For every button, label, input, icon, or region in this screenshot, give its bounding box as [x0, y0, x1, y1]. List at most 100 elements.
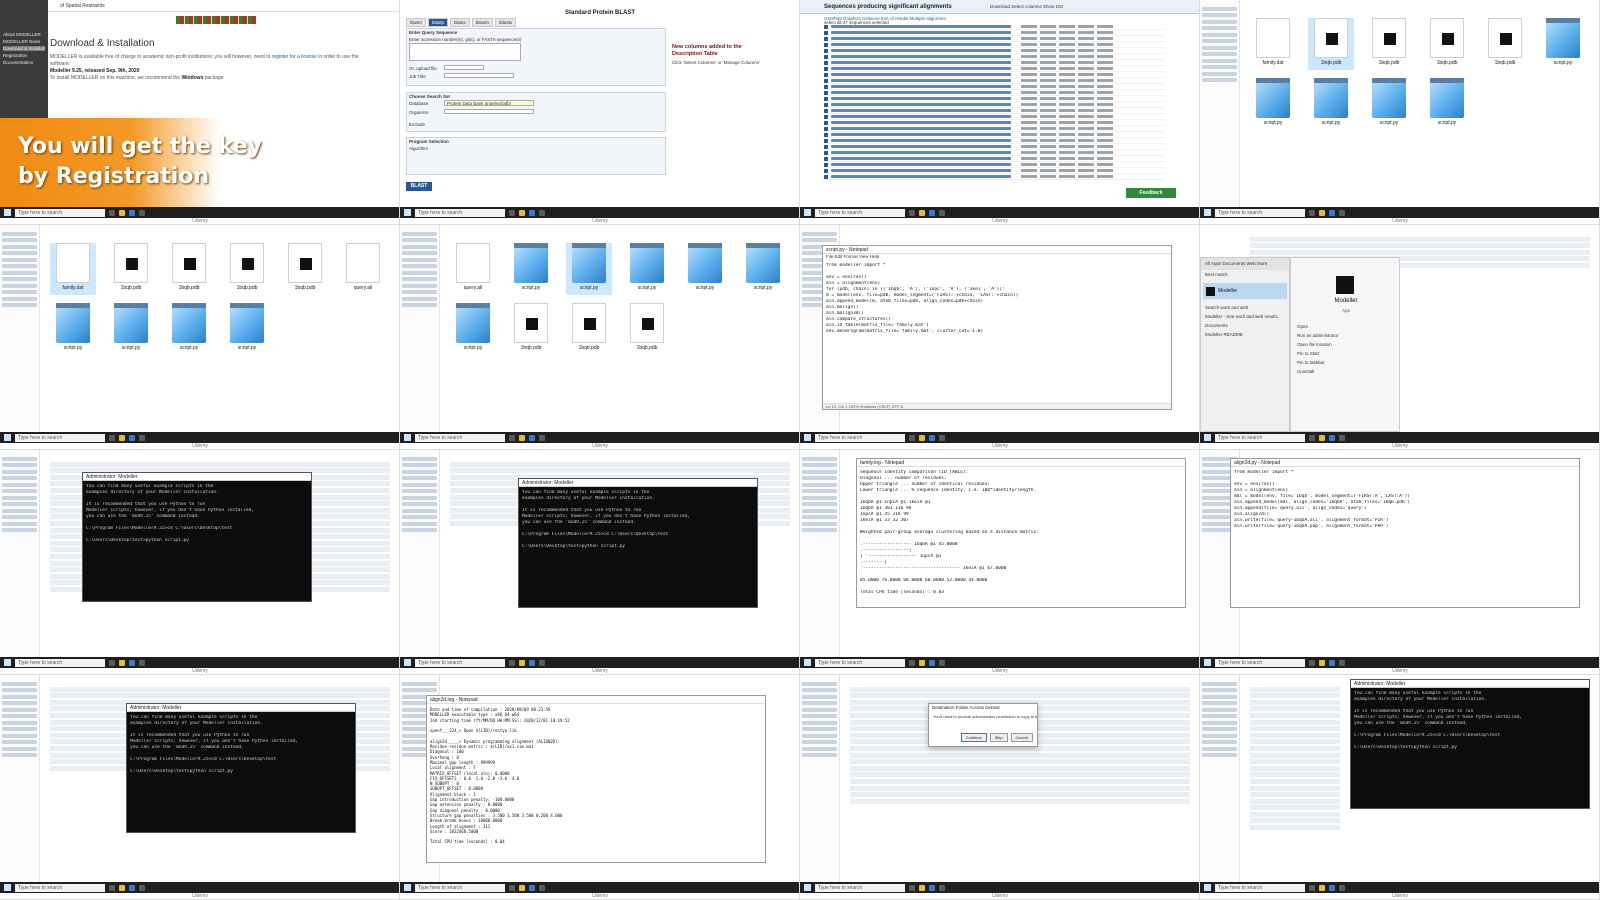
console-window[interactable]: Administrator: Modeller You can find man… — [126, 703, 356, 833]
cancel-button[interactable]: Cancel — [1010, 733, 1033, 742]
file-explorer-icon[interactable] — [519, 209, 525, 216]
file-explorer-icon[interactable] — [1319, 884, 1325, 891]
explorer-sidebar[interactable] — [0, 675, 40, 882]
file-pdb[interactable]: 1bqb.pdb — [108, 243, 154, 295]
search-item[interactable]: Search work and web — [1201, 303, 1289, 312]
start-button-icon[interactable] — [404, 659, 411, 666]
file-pdb[interactable]: 1bqb.pdb — [1366, 18, 1412, 70]
file-py[interactable]: script.py — [740, 243, 786, 295]
app-icon[interactable] — [139, 434, 145, 441]
task-view-icon[interactable] — [1309, 209, 1315, 216]
task-view-icon[interactable] — [1309, 434, 1315, 441]
row-description-link[interactable] — [831, 73, 1011, 76]
file-py[interactable]: script.py — [1540, 18, 1586, 70]
start-button-icon[interactable] — [1204, 209, 1211, 216]
best-match-result[interactable]: Modeller — [1203, 283, 1287, 299]
start-button-icon[interactable] — [804, 209, 811, 216]
file-py[interactable]: script.py — [624, 243, 670, 295]
app-icon[interactable] — [1339, 659, 1345, 666]
file-py[interactable]: script.py — [1424, 78, 1470, 130]
taskbar-search-input[interactable]: Type here to search — [15, 883, 105, 892]
file-explorer-icon[interactable] — [519, 884, 525, 891]
action-run-as-admin[interactable]: Run as administrator — [1291, 331, 1345, 340]
row-description-link[interactable] — [831, 25, 1011, 28]
action-open[interactable]: Open — [1291, 322, 1345, 331]
start-button-icon[interactable] — [4, 209, 11, 216]
taskbar-search-input[interactable]: Type here to search — [815, 433, 905, 442]
app-icon[interactable] — [539, 659, 545, 666]
row-checkbox[interactable] — [824, 48, 828, 53]
search-item[interactable]: Modeller README — [1201, 330, 1289, 339]
row-description-link[interactable] — [831, 175, 1011, 178]
row-checkbox[interactable] — [824, 36, 828, 41]
taskbar-search-input[interactable]: Type here to search — [1215, 658, 1305, 667]
row-description-link[interactable] — [831, 121, 1011, 124]
task-view-icon[interactable] — [509, 659, 515, 666]
browser-icon[interactable] — [1329, 659, 1335, 666]
taskbar-search-input[interactable]: Type here to search — [815, 208, 905, 217]
app-icon[interactable] — [939, 434, 945, 441]
skip-button[interactable]: Skip — [989, 733, 1008, 742]
browser-icon[interactable] — [129, 884, 135, 891]
start-button-icon[interactable] — [1204, 884, 1211, 891]
row-checkbox[interactable] — [824, 120, 828, 125]
file-py[interactable]: script.py — [1366, 78, 1412, 130]
row-checkbox[interactable] — [824, 174, 828, 179]
file-py[interactable]: script.py — [508, 243, 554, 295]
browser-icon[interactable] — [529, 659, 535, 666]
explorer-sidebar[interactable] — [800, 675, 840, 882]
organism-input[interactable] — [444, 109, 534, 114]
row-checkbox[interactable] — [824, 42, 828, 47]
row-description-link[interactable] — [831, 79, 1011, 82]
file-py[interactable]: script.py — [50, 303, 96, 355]
nav-link[interactable]: Documentation — [3, 60, 45, 65]
file-pdb[interactable]: 1bqb.pdb — [166, 243, 212, 295]
file-py[interactable]: script.py — [1250, 78, 1296, 130]
task-view-icon[interactable] — [1309, 659, 1315, 666]
editor-text[interactable]: Sequence identity comparison (ID_TABLE):… — [857, 467, 1185, 599]
app-icon[interactable] — [939, 884, 945, 891]
file-explorer-icon[interactable] — [1319, 434, 1325, 441]
app-icon[interactable] — [539, 209, 545, 216]
app-icon[interactable] — [139, 209, 145, 216]
file-py[interactable]: script.py — [450, 303, 496, 355]
taskbar-search-input[interactable]: Type here to search — [415, 208, 505, 217]
browser-icon[interactable] — [1329, 434, 1335, 441]
nav-link[interactable]: MODELLER News — [3, 39, 45, 44]
start-button-icon[interactable] — [804, 659, 811, 666]
start-button-icon[interactable] — [804, 884, 811, 891]
browser-icon[interactable] — [129, 659, 135, 666]
task-view-icon[interactable] — [109, 209, 115, 216]
row-description-link[interactable] — [831, 133, 1011, 136]
tab-tblastx[interactable]: tblastx — [495, 18, 517, 27]
file-py[interactable]: script.py — [682, 243, 728, 295]
row-checkbox[interactable] — [824, 138, 828, 143]
file-dat[interactable]: family.dat — [1250, 18, 1296, 70]
nav-link[interactable]: About MODELLER — [3, 32, 45, 37]
explorer-sidebar[interactable] — [400, 225, 440, 432]
row-description-link[interactable] — [831, 91, 1011, 94]
file-pdb[interactable]: 1bqb.pdb — [1424, 18, 1470, 70]
tab-blastp[interactable]: blastp — [428, 18, 449, 27]
row-description-link[interactable] — [831, 97, 1011, 100]
database-select[interactable]: Protein Data Bank proteins(pdb) — [444, 100, 534, 106]
row-description-link[interactable] — [831, 169, 1011, 172]
editor-text[interactable]: Date and time of compilation : 2020/09/0… — [427, 704, 765, 848]
task-view-icon[interactable] — [909, 659, 915, 666]
action-open-location[interactable]: Open file location — [1291, 340, 1345, 349]
nav-link[interactable]: Registration — [3, 53, 45, 58]
file-py[interactable]: script.py — [1308, 78, 1354, 130]
browser-icon[interactable] — [1329, 884, 1335, 891]
row-checkbox[interactable] — [824, 54, 828, 59]
explorer-sidebar[interactable] — [400, 450, 440, 657]
row-description-link[interactable] — [831, 49, 1011, 52]
file-ali[interactable]: query.ali — [340, 243, 386, 295]
continue-button[interactable]: Continue — [960, 733, 987, 742]
file-pdb[interactable]: 1bqb.pdb — [282, 243, 328, 295]
row-description-link[interactable] — [831, 67, 1011, 70]
file-explorer-icon[interactable] — [519, 434, 525, 441]
file-explorer-icon[interactable] — [119, 209, 125, 216]
file-py[interactable]: script.py — [108, 303, 154, 355]
browser-icon[interactable] — [929, 434, 935, 441]
browser-icon[interactable] — [529, 434, 535, 441]
